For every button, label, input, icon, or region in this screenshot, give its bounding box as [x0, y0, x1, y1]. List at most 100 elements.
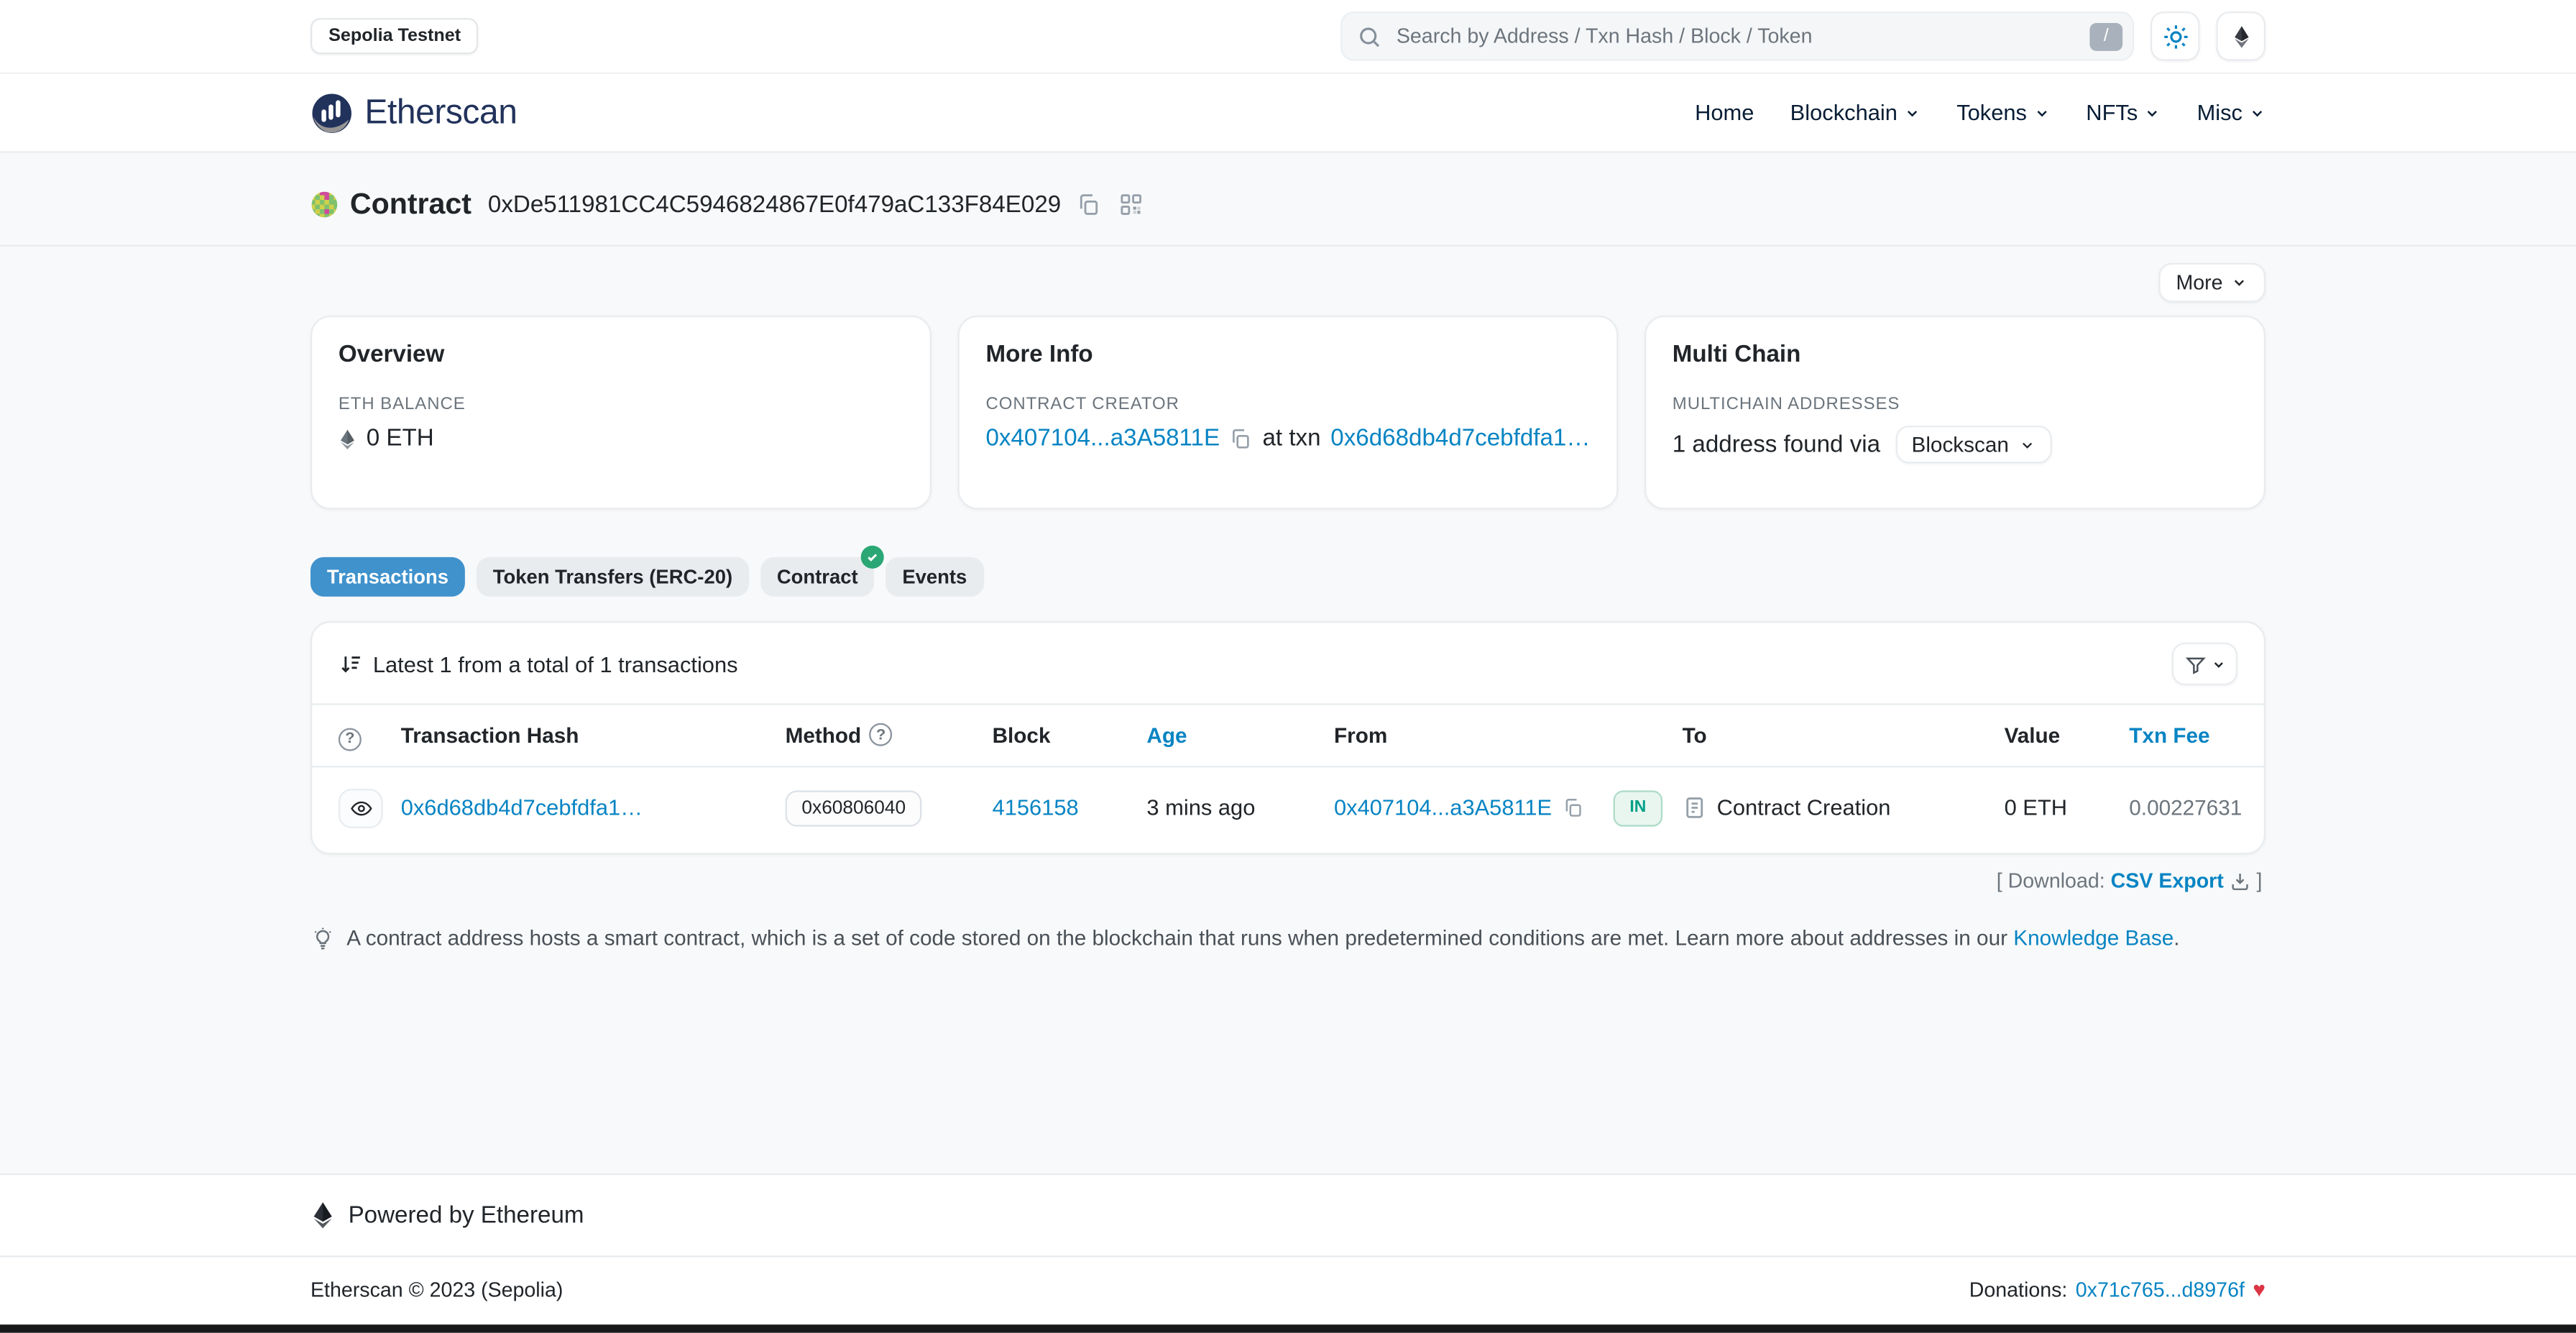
qr-code-button[interactable] — [1116, 189, 1146, 220]
page-title-row: Contract 0xDe511981CC4C5946824867E0f479a… — [310, 153, 2266, 245]
help-icon[interactable]: ? — [870, 723, 893, 746]
sort-icon — [339, 651, 363, 676]
donations-label: Donations: — [1969, 1278, 2068, 1301]
nav-item-home[interactable]: Home — [1695, 100, 1754, 124]
tab-events[interactable]: Events — [886, 557, 983, 597]
ethereum-diamond-icon — [310, 1201, 335, 1229]
copy-address-button[interactable] — [1072, 189, 1103, 220]
donations: Donations: 0x71c765...d8976f ♥ — [1969, 1277, 2266, 1301]
download-row: [ Download: CSV Export ] — [310, 853, 2266, 910]
tab-token-transfers[interactable]: Token Transfers (ERC-20) — [477, 557, 749, 597]
nav-item-label: Home — [1695, 100, 1754, 124]
nav-item-tokens[interactable]: Tokens — [1956, 100, 2050, 124]
search-icon — [1357, 24, 1381, 48]
page: Sepolia Testnet / — [0, 0, 2576, 1333]
filter-button[interactable] — [2172, 643, 2237, 685]
download-prefix: [ Download: — [1997, 869, 2105, 892]
etherscan-logo-icon — [310, 91, 353, 134]
at-txn-text: at txn — [1263, 426, 1321, 452]
more-button[interactable]: More — [2158, 263, 2266, 303]
nav-item-label: Blockchain — [1790, 100, 1898, 124]
funnel-icon — [2184, 654, 2206, 675]
transactions-table: ? Transaction Hash Method? Block Age Fro… — [312, 703, 2263, 852]
knowledge-base-link[interactable]: Knowledge Base — [2013, 925, 2174, 949]
col-txn-fee[interactable]: Txn Fee — [2116, 704, 2264, 766]
network-menu-button[interactable] — [2216, 12, 2266, 61]
col-to: To — [1669, 704, 1991, 766]
nav-item-misc[interactable]: Misc — [2197, 100, 2266, 124]
etherscan-logo[interactable]: Etherscan — [310, 91, 517, 134]
method-badge[interactable]: 0x60806040 — [786, 789, 922, 825]
transactions-card: Latest 1 from a total of 1 transactions … — [310, 621, 2266, 853]
creation-txn-link[interactable]: 0x6d68db4d7cebfdfa1… — [1330, 426, 1590, 452]
tabs: Transactions Token Transfers (ERC-20) Co… — [310, 557, 2266, 597]
card-title: Overview — [339, 342, 903, 368]
download-suffix: ] — [2256, 869, 2262, 892]
chevron-down-icon — [2210, 656, 2225, 672]
bottom-strip — [0, 1324, 2576, 1332]
col-block: Block — [979, 704, 1133, 766]
preview-transaction-button[interactable] — [339, 788, 383, 828]
nav-item-label: Tokens — [1956, 100, 2027, 124]
txn-fee-text: 0.00227631 — [2129, 795, 2242, 820]
to-text: Contract Creation — [1717, 795, 1891, 820]
more-button-label: More — [2176, 271, 2222, 294]
contract-icon — [1683, 795, 1707, 820]
verified-check-icon — [861, 546, 884, 569]
nav-item-nfts[interactable]: NFTs — [2086, 100, 2161, 124]
nav-items: Home Blockchain Tokens NFTs Misc — [1695, 100, 2266, 124]
tx-hash-link[interactable]: 0x6d68db4d7cebfdfa1… — [401, 795, 643, 820]
eth-balance-label: ETH BALANCE — [339, 395, 903, 414]
eth-balance-value: 0 ETH — [367, 426, 434, 452]
copy-icon — [1076, 192, 1100, 216]
age-text: 3 mins ago — [1146, 795, 1255, 820]
top-bar: Sepolia Testnet / — [0, 0, 2576, 73]
col-method-label: Method — [786, 723, 862, 747]
blockscan-button[interactable]: Blockscan — [1895, 426, 2052, 464]
col-age[interactable]: Age — [1133, 704, 1321, 766]
contract-address: 0xDe511981CC4C5946824867E0f479aC133F84E0… — [488, 191, 1061, 218]
tab-transactions[interactable]: Transactions — [310, 557, 465, 597]
col-from: From — [1321, 704, 1601, 766]
network-badge: Sepolia Testnet — [310, 18, 479, 54]
heart-icon: ♥ — [2253, 1277, 2266, 1301]
powered-by-text: Powered by Ethereum — [349, 1202, 584, 1229]
note-suffix: . — [2174, 925, 2179, 949]
contract-creator-label: CONTRACT CREATOR — [986, 395, 1591, 414]
overview-card: Overview ETH BALANCE 0 ETH — [310, 316, 932, 510]
creator-address-link[interactable]: 0x407104...a3A5811E — [986, 426, 1220, 452]
multichain-addresses-label: MULTICHAIN ADDRESSES — [1673, 395, 2237, 414]
transactions-summary: Latest 1 from a total of 1 transactions — [339, 651, 738, 676]
csv-export-link[interactable]: CSV Export — [2111, 869, 2224, 892]
tab-label: Token Transfers (ERC-20) — [493, 565, 732, 588]
contract-note: A contract address hosts a smart contrac… — [310, 925, 2266, 951]
footer: Powered by Ethereum Etherscan © 2023 (Se… — [0, 1173, 2576, 1324]
chevron-down-icon — [2144, 104, 2161, 121]
donation-address-link[interactable]: 0x71c765...d8976f — [2076, 1278, 2245, 1301]
summary-text: Latest 1 from a total of 1 transactions — [373, 651, 738, 676]
tab-contract[interactable]: Contract — [760, 557, 875, 597]
nav-item-blockchain[interactable]: Blockchain — [1790, 100, 1920, 124]
block-link[interactable]: 4156158 — [993, 795, 1079, 820]
search-box[interactable]: / — [1340, 12, 2134, 61]
eye-icon — [349, 796, 372, 819]
tab-label: Contract — [777, 565, 858, 588]
address-identicon — [310, 191, 339, 219]
more-info-card: More Info CONTRACT CREATOR 0x407104...a3… — [958, 316, 1619, 510]
copy-icon[interactable] — [1562, 797, 1583, 819]
copy-icon[interactable] — [1230, 427, 1253, 450]
tab-label: Events — [902, 565, 967, 588]
nav-item-label: Misc — [2197, 100, 2242, 124]
table-row: 0x6d68db4d7cebfdfa1… 0x60806040 4156158 … — [312, 766, 2263, 852]
chevron-down-icon — [2019, 436, 2036, 453]
more-row: More — [310, 247, 2266, 316]
from-address-link[interactable]: 0x407104...a3A5811E — [1334, 795, 1552, 820]
theme-toggle-button[interactable] — [2150, 12, 2200, 61]
qr-code-icon — [1118, 192, 1143, 216]
lightbulb-icon — [310, 925, 335, 951]
card-title: More Info — [986, 342, 1591, 368]
download-icon — [2230, 874, 2257, 897]
value-text: 0 ETH — [2005, 795, 2067, 820]
search-input[interactable] — [1393, 23, 2078, 50]
help-icon[interactable]: ? — [339, 727, 362, 750]
